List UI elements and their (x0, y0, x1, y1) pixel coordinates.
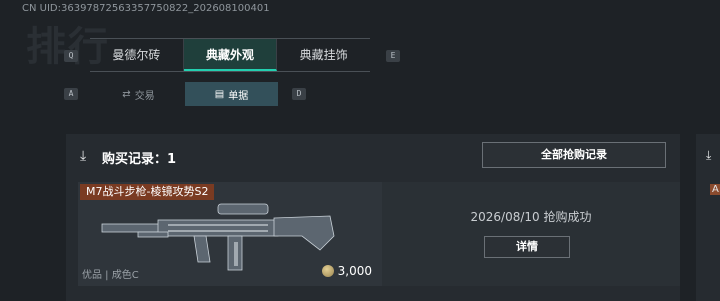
receipt-icon: ▤ (214, 88, 225, 100)
purchase-record-panel: ⤓ 购买记录：1 全部抢购记录 M7战斗步枪-棱镜攻势S2 优品 | 成色C 3… (66, 134, 680, 301)
detail-button[interactable]: 详情 (484, 236, 570, 258)
key-hint-d: D (292, 88, 306, 100)
subtab-receipt[interactable]: ▤ 单据 (185, 82, 278, 106)
tab-collection-charm[interactable]: 典藏挂饰 (277, 39, 370, 71)
adjacent-download-icon: ⤓ (706, 148, 712, 162)
key-hint-q: Q (64, 50, 78, 62)
trade-icon: ⇄ (122, 88, 131, 100)
all-purchase-records-button[interactable]: 全部抢购记录 (482, 142, 666, 168)
item-price-value: 3,000 (337, 264, 372, 278)
key-hint-e: E (386, 50, 400, 62)
adjacent-tag: A (710, 184, 720, 195)
coin-icon (321, 265, 334, 277)
uid-label: CN UID:3639787256335775082​2_20260810040… (22, 3, 270, 14)
subtab-receipt-label: 单据 (228, 90, 249, 102)
purchase-record-title: 购买记录：1 (102, 152, 177, 167)
item-quality: 优品 | 成色C (82, 270, 139, 281)
purchase-status-text: 2026/08/10 抢购成功 (470, 210, 592, 224)
tab-collection-skin[interactable]: 典藏外观 (183, 39, 278, 71)
subtab-trade[interactable]: ⇄ 交易 (92, 82, 185, 106)
item-card[interactable]: M7战斗步枪-棱镜攻势S2 优品 | 成色C 3,000 (78, 182, 382, 286)
subtab-trade-label: 交易 (134, 90, 155, 102)
purchase-download-icon: ⤓ (80, 148, 87, 164)
sub-tabs: ⇄ 交易 ▤ 单据 (92, 82, 278, 106)
tab-mandel-brick[interactable]: 曼德尔砖 (90, 39, 184, 71)
rifle-image (101, 203, 335, 271)
category-tabs: 曼德尔砖 典藏外观 典藏挂饰 (90, 38, 370, 72)
item-price: 3,000 (321, 264, 372, 278)
key-hint-a: A (64, 88, 78, 100)
adjacent-panel: ⤓ A (696, 134, 720, 301)
purchase-status-area: 2026/08/10 抢购成功 详情 (382, 182, 680, 286)
